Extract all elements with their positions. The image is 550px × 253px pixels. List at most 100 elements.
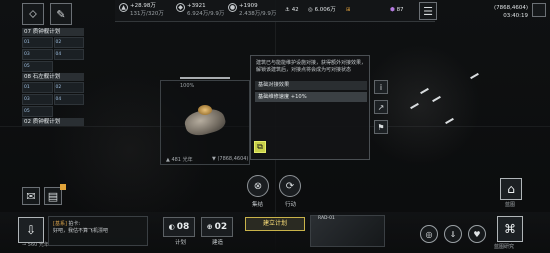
target-button[interactable]: ◎	[420, 225, 438, 243]
resource-capacity: 2.438万/9.9万	[239, 11, 277, 17]
blueprint-button[interactable]: ⌂	[500, 178, 522, 200]
research-icon: ⌘	[504, 222, 516, 236]
mail-button[interactable]: ✉	[22, 187, 40, 205]
plan-counter[interactable]: ◐ 08	[163, 217, 195, 237]
link-button[interactable]: ⧉	[254, 141, 266, 153]
info-icon: i	[379, 82, 383, 92]
effect-header: 基础对接效果	[255, 81, 367, 90]
fleet-list: 07 质钟舰计划 01 02 03 04 05 08 石左舰计划 01 02 0…	[22, 28, 84, 127]
structure-coord: ▼ (7868,4604)	[212, 156, 248, 162]
resource-deuterium[interactable]: +1909 2.438万/9.9万	[239, 2, 276, 18]
favorite-button[interactable]: ♥	[468, 225, 486, 243]
structure-hp-percent: 100%	[180, 83, 195, 89]
gather-label: 集结	[252, 202, 264, 208]
resource-amount: +28.98万	[130, 3, 156, 9]
map-distance-value: 560 光年	[27, 242, 49, 248]
move-button[interactable]: ⟳	[279, 175, 301, 197]
add-currency-button[interactable]: ⊞	[346, 6, 351, 14]
chat-channel: [基系]	[53, 221, 67, 227]
flag-button[interactable]: ⚑	[374, 120, 388, 134]
chat-sender: 拍卡:	[68, 221, 81, 227]
blueprint-icon: ⌂	[507, 182, 515, 196]
blueprint-research-button[interactable]: ⌘	[497, 216, 523, 242]
move-label: 行动	[285, 202, 297, 208]
docking-info-popup: 建筑已与能能维护设施对接，获得额外对接效果，解锁该建筑后，对接点将会成为可对接状…	[250, 55, 370, 160]
resource-capacity: 131万/320万	[130, 11, 164, 17]
gather-icon: ⊗	[253, 180, 263, 192]
share-button[interactable]: ↗	[374, 100, 388, 114]
thumbnail-title: RAD-01	[318, 216, 335, 221]
coord-value: (7868,4604)	[217, 156, 249, 162]
structure-glint	[198, 105, 212, 115]
menu-icon: ☰	[423, 4, 433, 18]
resource-amount: +1909	[239, 3, 258, 9]
popup-description: 建筑已与能能维护设施对接，获得额外对接效果，解锁该建筑后，对接点将会成为可对接状…	[256, 60, 367, 73]
structure-hp-bar	[180, 77, 230, 79]
notification-badge	[60, 184, 66, 190]
ships-count: 42	[291, 7, 299, 13]
move-icon: ⟳	[285, 180, 295, 192]
chat-panel[interactable]: [基系] 拍卡: 好吧，我估不算飞机漂吧	[48, 216, 148, 246]
home-button[interactable]: ⬦	[22, 3, 44, 25]
download-icon: ⇓	[449, 229, 457, 239]
structure-distance: ▲ 481 光年	[166, 156, 193, 163]
menu-button[interactable]: ☰	[419, 2, 437, 20]
ships-counter[interactable]: ⚓ 42	[285, 6, 299, 14]
share-icon: ↗	[377, 102, 385, 112]
fleet-header[interactable]: 02 质钟舰计划	[22, 118, 84, 126]
fleet-ship-slot[interactable]: 03	[22, 49, 53, 60]
chat-icon: ▤	[47, 189, 59, 203]
fleet-ship-slot[interactable]: 04	[53, 94, 84, 105]
build-plan-button[interactable]: 建立计划	[245, 217, 305, 231]
plan-icon: ◐	[168, 223, 175, 231]
ship-icon: ⚓	[285, 7, 292, 13]
minimap-button[interactable]	[532, 3, 546, 17]
edit-icon: ✎	[56, 7, 66, 21]
download-button[interactable]: ⇓	[444, 225, 462, 243]
fleet-ship-slot[interactable]: 05	[22, 106, 53, 117]
edit-button[interactable]: ✎	[50, 3, 72, 25]
gems-value: 87	[396, 7, 404, 13]
fleet-ship-slot[interactable]: 05	[22, 61, 53, 72]
map-mode-button[interactable]: ⇩	[18, 217, 44, 243]
fleet-ship-slot[interactable]: 02	[53, 37, 84, 48]
crystal-icon: ◆	[176, 3, 185, 12]
link-icon: ⧉	[257, 142, 263, 151]
plan-label: 计划	[175, 240, 187, 246]
blueprint-label: 蓝图	[505, 202, 516, 208]
fleet-header[interactable]: 08 石左舰计划	[22, 73, 84, 81]
build-count: 02	[214, 222, 228, 232]
currency-counter[interactable]: ◎ 6.006万	[308, 6, 336, 14]
plan-count: 08	[176, 222, 190, 232]
home-icon: ⬦	[29, 7, 37, 20]
distance-value: 481 光年	[171, 157, 193, 163]
resource-capacity: 6.924万/9.9万	[187, 11, 225, 17]
effect-row: 基础维修速度 +10%	[255, 92, 367, 102]
currency-value: 6.006万	[314, 7, 336, 13]
resource-metal[interactable]: +28.98万 131万/320万	[130, 2, 164, 18]
build-icon: ⊕	[206, 223, 213, 231]
flag-icon: ⚑	[377, 122, 385, 132]
fleet-ship-slot[interactable]: 01	[22, 37, 53, 48]
metal-icon: ▲	[119, 3, 128, 12]
heart-icon: ♥	[473, 229, 481, 239]
fleet-ship-slot[interactable]: 02	[53, 82, 84, 93]
resource-amount: +3921	[187, 3, 206, 9]
gems-counter[interactable]: ⬢ 87	[390, 6, 404, 14]
fleet-ship-slot[interactable]: 03	[22, 94, 53, 105]
gather-button[interactable]: ⊗	[247, 175, 269, 197]
research-label: 蓝图研究	[494, 244, 515, 250]
fleet-header[interactable]: 07 质钟舰计划	[22, 28, 84, 36]
clock: 03:40:19	[503, 13, 528, 19]
build-counter[interactable]: ⊕ 02	[201, 217, 233, 237]
map-distance: ⊸ 560 光年	[22, 241, 49, 248]
fleet-ship-slot[interactable]: 01	[22, 82, 53, 93]
build-label: 建造	[212, 240, 224, 246]
resource-crystal[interactable]: +3921 6.924万/9.9万	[187, 2, 224, 18]
coordinates-readout: (7868,4604) 03:40:19	[488, 4, 528, 20]
fleet-ship-slot[interactable]: 04	[53, 49, 84, 60]
target-icon: ◎	[425, 229, 433, 239]
chat-message: 好吧，我估不算飞机漂吧	[53, 228, 109, 234]
mail-icon: ✉	[26, 189, 36, 203]
info-button[interactable]: i	[374, 80, 388, 94]
